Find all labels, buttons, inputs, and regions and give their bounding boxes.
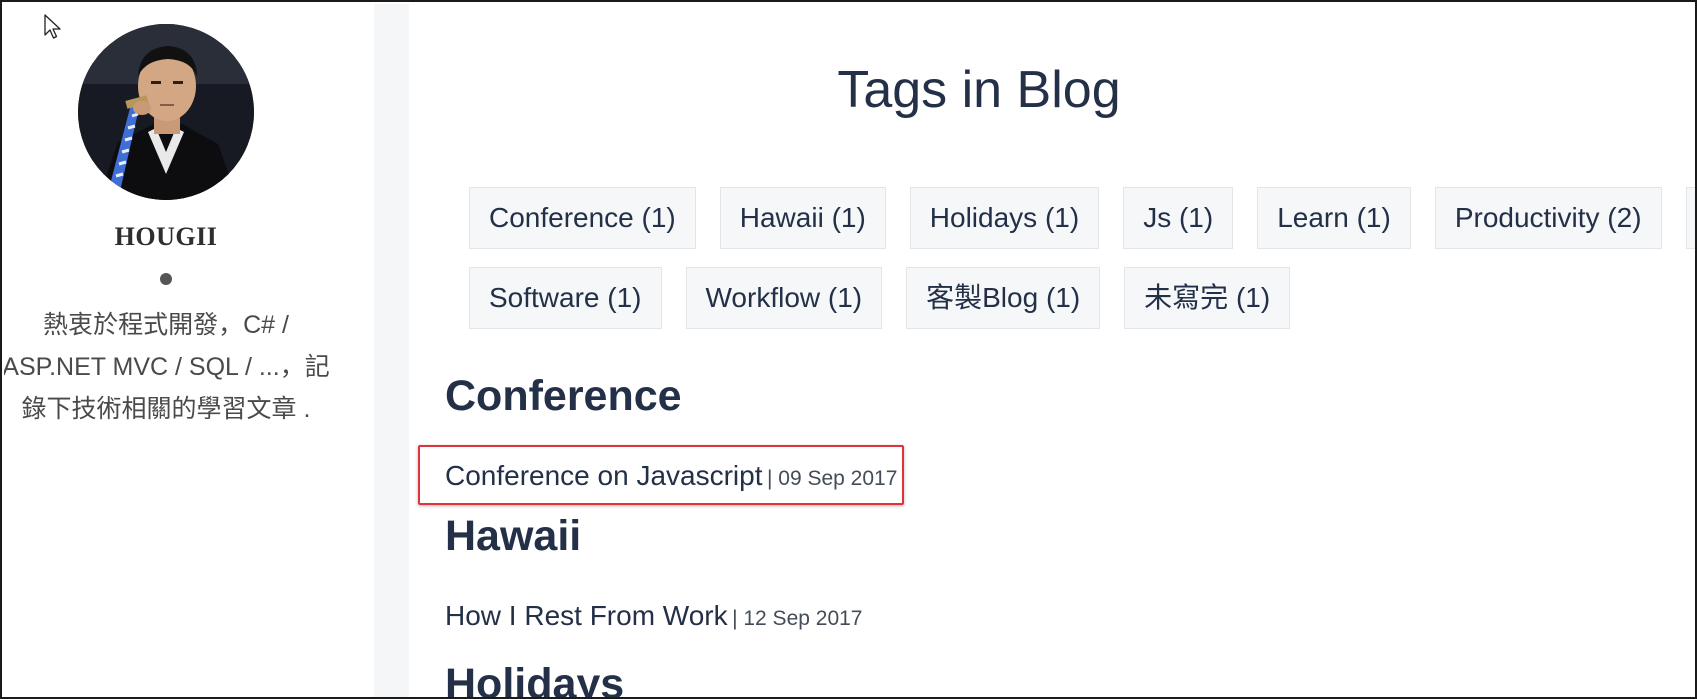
tag-row: Conference (1) Hawaii (1) Holidays (1) J… — [469, 187, 1695, 249]
tag-software[interactable]: Software (1) — [469, 267, 662, 329]
tag-js[interactable]: Js (1) — [1123, 187, 1234, 249]
tag-partial-cut-off[interactable]: Pr — [1685, 187, 1695, 249]
tag-learn[interactable]: Learn (1) — [1257, 187, 1411, 249]
post-entry: Conference on Javascript | 09 Sep 2017 — [445, 460, 897, 492]
avatar-portrait-image — [78, 24, 254, 200]
mouse-pointer-icon — [44, 14, 61, 39]
section-heading: Conference — [445, 372, 682, 420]
tag-conference[interactable]: Conference (1) — [469, 187, 696, 249]
author-name: HOUGII — [114, 222, 218, 251]
tag-section-holidays: Holidays — [445, 660, 625, 699]
tag-holidays[interactable]: Holidays (1) — [909, 187, 1100, 249]
tag-hawaii[interactable]: Hawaii (1) — [719, 187, 886, 249]
tag-unfinished[interactable]: 未寫完 (1) — [1124, 267, 1291, 329]
tag-workflow[interactable]: Workflow (1) — [685, 267, 883, 329]
author-bio: 熱衷於程式開發，C# / ASP.NET MVC / SQL / ...，記錄下… — [4, 311, 330, 423]
tag-cloud: Conference (1) Hawaii (1) Holidays (1) J… — [469, 187, 1695, 347]
separator-dot — [160, 273, 172, 285]
page-title: Tags in Blog — [837, 61, 1121, 119]
content-gutter — [374, 4, 409, 697]
post-date: | 09 Sep 2017 — [766, 467, 898, 490]
tag-custom-blog[interactable]: 客製Blog (1) — [906, 267, 1101, 329]
browser-frame: HOUGII 熱衷於程式開發，C# / ASP.NET MVC / SQL / … — [0, 0, 1697, 699]
post-title-link[interactable]: How I Rest From Work — [445, 600, 728, 631]
tag-row: Software (1) Workflow (1) 客製Blog (1) 未寫完… — [469, 267, 1695, 329]
post-entry: How I Rest From Work | 12 Sep 2017 — [445, 600, 862, 632]
post-date: | 12 Sep 2017 — [732, 607, 863, 630]
section-heading: Holidays — [445, 660, 625, 699]
main-content: Tags in Blog Conference (1) Hawaii (1) H… — [409, 22, 1695, 699]
sidebar: HOUGII 熱衷於程式開發，C# / ASP.NET MVC / SQL / … — [4, 4, 374, 697]
tag-productivity[interactable]: Productivity (2) — [1434, 187, 1662, 249]
avatar[interactable] — [78, 24, 254, 200]
tag-section-hawaii: Hawaii — [445, 512, 581, 561]
post-title-link[interactable]: Conference on Javascript — [445, 460, 763, 491]
section-heading: Hawaii — [445, 512, 582, 560]
tag-section-conference: Conference — [445, 372, 682, 421]
